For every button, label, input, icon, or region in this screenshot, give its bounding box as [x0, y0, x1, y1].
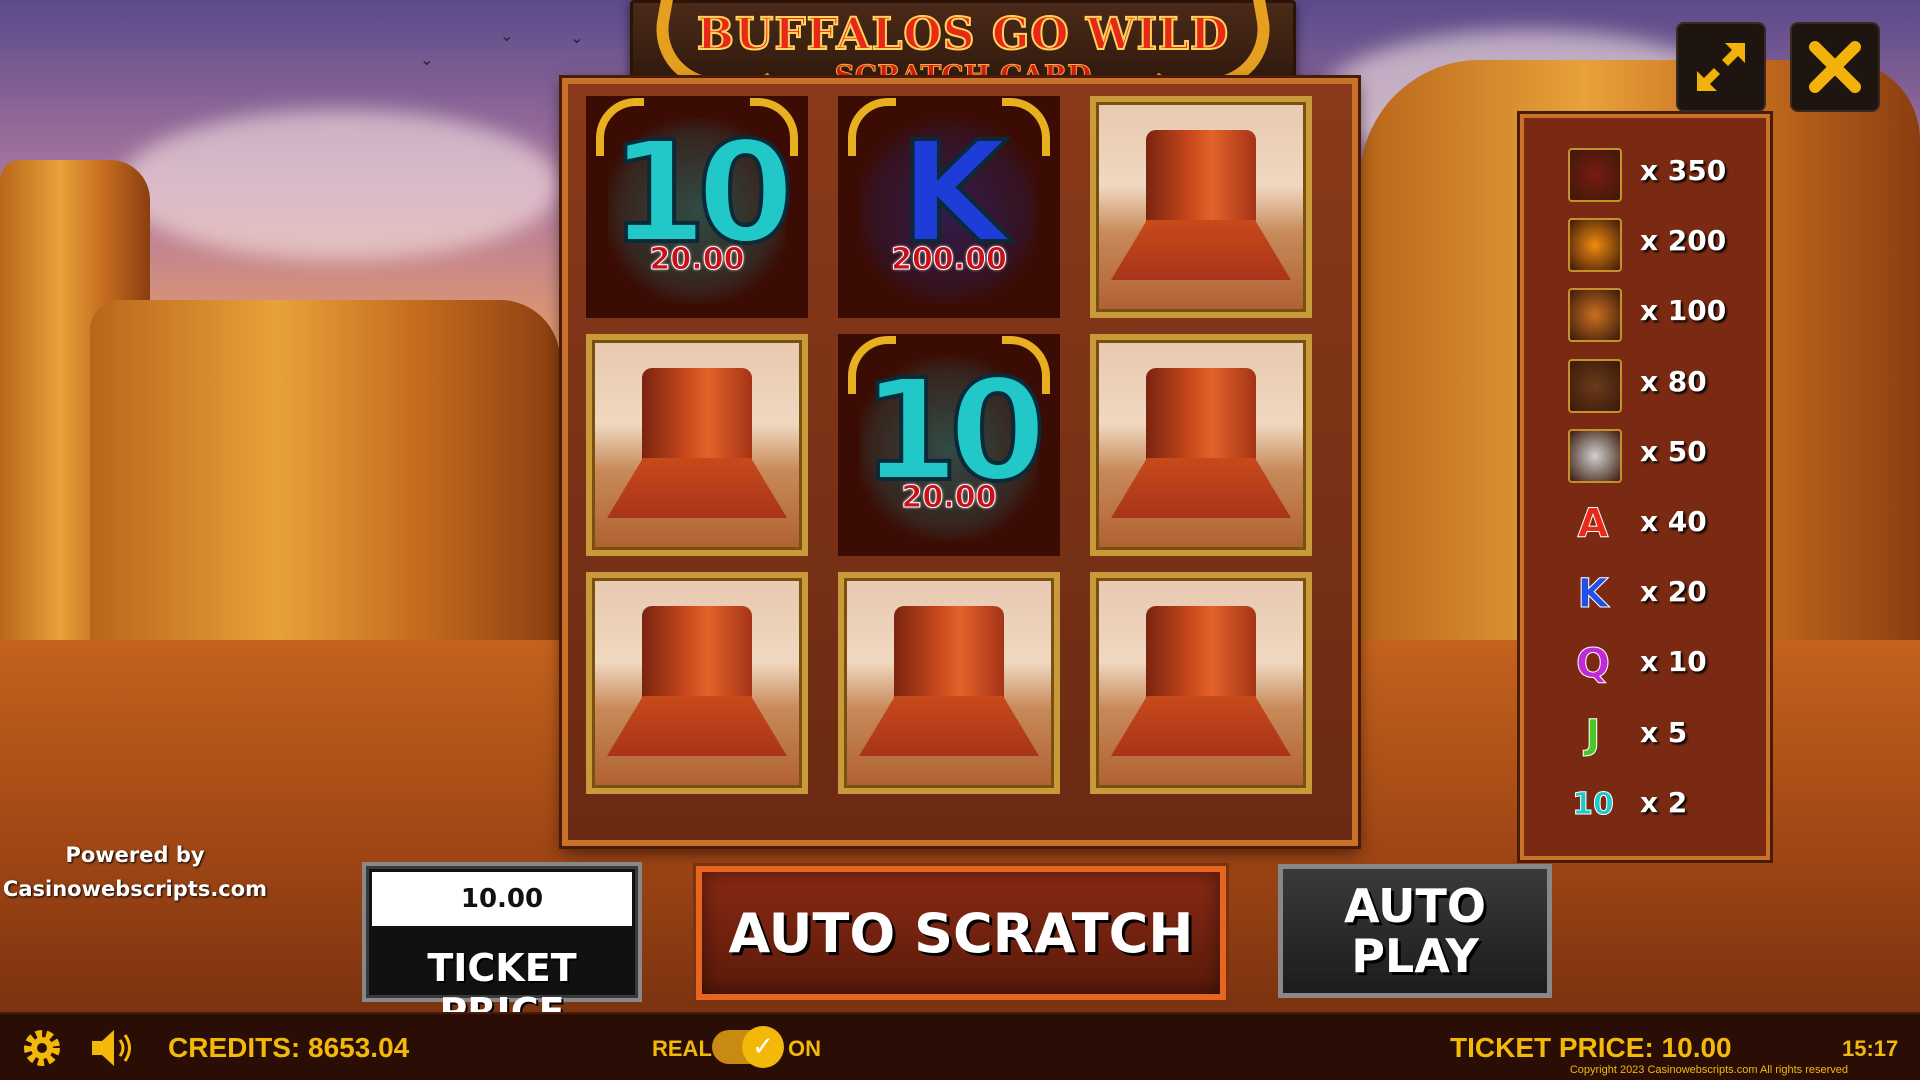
paytable-row: Ax 40	[1568, 497, 1748, 551]
letter-k-icon: K	[1577, 571, 1609, 618]
paytable-multiplier: x 200	[1640, 224, 1727, 258]
real-mode-toggle[interactable]: ✓	[712, 1026, 784, 1068]
status-bar: CREDITS: 8653.04 REAL ✓ ON TICKET PRICE:…	[0, 1012, 1920, 1080]
wolf-icon	[1568, 428, 1622, 483]
mesa-base-icon	[607, 458, 787, 518]
ticket-price-value: 10.00	[372, 872, 632, 926]
clock-time: 15:17	[1842, 1036, 1899, 1061]
letter-a-icon: A	[1577, 501, 1609, 548]
paytable-row: Jx 5	[1568, 708, 1748, 762]
paytable-multiplier: x 10	[1640, 645, 1707, 679]
mesa-base-icon	[607, 696, 787, 756]
letter-j-icon: J	[1585, 711, 1601, 758]
eagle-icon	[1568, 288, 1622, 343]
auto-scratch-button[interactable]: AUTO SCRATCH	[696, 866, 1226, 1000]
scratch-cell-revealed[interactable]: 10 20.00	[586, 96, 808, 318]
close-button[interactable]	[1790, 22, 1880, 112]
buffalo-icon	[1568, 148, 1622, 202]
powered-by-site: Casinowebscripts.com	[2, 877, 268, 901]
paytable-multiplier: x 40	[1640, 505, 1707, 538]
mesa-base-icon	[859, 696, 1039, 756]
prize-value: 20.00	[649, 242, 745, 278]
letter-10-icon: 10	[1572, 787, 1615, 823]
sound-button[interactable]	[88, 1026, 138, 1074]
prize-value: 20.00	[901, 480, 997, 516]
copyright-text: Copyright 2023 Casinowebscripts.com All …	[1569, 1064, 1848, 1076]
paytable-multiplier: x 100	[1640, 294, 1727, 328]
paytable-multiplier: x 80	[1640, 364, 1707, 398]
bear-icon	[1568, 358, 1622, 413]
powered-by-line: Powered by	[65, 843, 205, 867]
paytable-row: 10 x 2	[1568, 778, 1748, 832]
prize-value: 200.00	[891, 242, 1008, 278]
scratch-card-board: 10 20.00 K 200.00 10 20.00	[562, 78, 1358, 846]
paytable-row: x 100	[1568, 286, 1748, 343]
speaker-icon	[92, 1030, 131, 1066]
paytable-row: x 80	[1568, 357, 1748, 413]
scratch-cell-covered[interactable]	[1090, 334, 1312, 556]
mesa-base-icon	[1111, 220, 1291, 280]
close-icon	[1809, 41, 1861, 93]
paytable: x 350 x 200 x 100 x 80 x 50 Ax 40 Kx 20 Qx 10 Jx…	[1520, 114, 1770, 860]
scratch-cell-covered[interactable]	[586, 334, 808, 556]
scratch-cell-covered[interactable]	[1090, 572, 1312, 794]
powered-by-text: Powered by Casinowebscripts.com	[0, 838, 270, 906]
paytable-multiplier: x 50	[1640, 434, 1707, 468]
scratch-cell-covered[interactable]	[838, 572, 1060, 794]
auto-play-label-line1: AUTO	[1343, 879, 1487, 933]
expand-icon	[1697, 43, 1745, 91]
mesa-base-icon	[1111, 696, 1291, 756]
scratch-cell-covered[interactable]	[1090, 96, 1312, 318]
ticket-price-selector[interactable]: 10.00 TICKET PRICE	[362, 862, 642, 1034]
ticket-price-status: TICKET PRICE: 10.00	[1450, 1032, 1732, 1063]
credits-display: CREDITS: 8653.04	[168, 1032, 410, 1063]
paytable-row: Qx 10	[1568, 637, 1748, 691]
scratch-cell-revealed[interactable]: 10 20.00	[838, 334, 1060, 556]
paytable-row: x 350	[1568, 146, 1748, 202]
paytable-multiplier: x 350	[1640, 154, 1727, 187]
auto-play-button[interactable]: AUTO PLAY	[1278, 864, 1552, 998]
letter-q-icon: Q	[1575, 641, 1610, 688]
mode-label-real: REAL	[652, 1036, 712, 1061]
fullscreen-button[interactable]	[1676, 22, 1766, 112]
sun-coin-icon	[1568, 218, 1622, 273]
mode-label-on: ON	[788, 1036, 821, 1061]
paytable-row: Kx 20	[1568, 567, 1748, 621]
game-title: BUFFALOS GO WILD	[696, 8, 1230, 61]
paytable-multiplier: x 5	[1640, 715, 1688, 749]
paytable-row: x 50	[1568, 427, 1748, 483]
paytable-multiplier: x 20	[1640, 575, 1707, 609]
gear-icon	[24, 1030, 60, 1066]
paytable-multiplier: x 2	[1640, 785, 1688, 819]
auto-play-label-line2: PLAY	[1351, 929, 1479, 983]
checkmark-icon: ✓	[742, 1026, 784, 1068]
paytable-row: x 200	[1568, 216, 1748, 273]
scratch-cell-covered[interactable]	[586, 572, 808, 794]
scratch-cell-revealed[interactable]: K 200.00	[838, 96, 1060, 318]
mesa-base-icon	[1111, 458, 1291, 518]
settings-button[interactable]	[20, 1026, 64, 1074]
